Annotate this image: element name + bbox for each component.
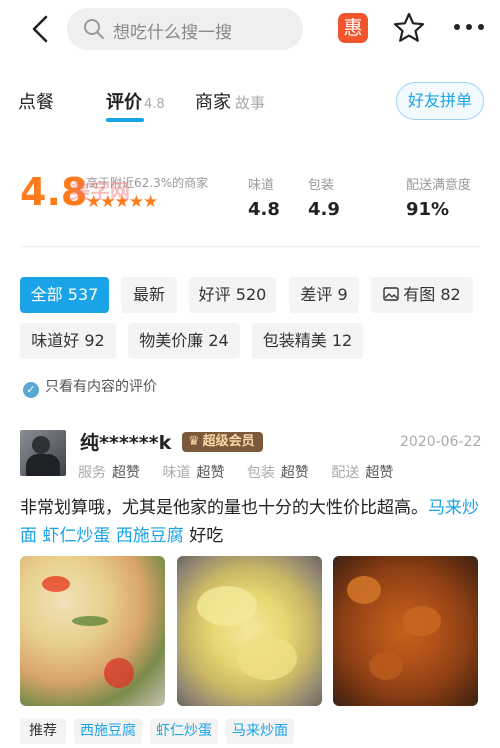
review-date: 2020-06-22 <box>400 434 482 450</box>
subscore-value: 超赞 <box>196 465 225 481</box>
recommend-dish[interactable]: 西施豆腐 <box>74 718 142 744</box>
review-body-end: 好吃 <box>189 526 224 546</box>
tab-review-score: 4.8 <box>144 97 165 112</box>
search-icon <box>84 19 104 39</box>
coupon-button[interactable]: 惠 <box>338 13 368 43</box>
recommend-label: 推荐 <box>20 718 66 744</box>
filter-with-photo-label: 有图 82 <box>403 285 461 304</box>
review-body: 非常划算哦，尤其是他家的量也十分的大性价比超高。 <box>20 498 428 518</box>
tab-merchant-story: 故事 <box>235 94 266 112</box>
divider <box>20 246 480 247</box>
active-tab-indicator <box>106 118 144 122</box>
rating-summary: 4.8 高于附近62.3%的商家 ★★★★★ 美字网 味道 4.8 包装 4.9… <box>0 170 500 230</box>
dish-link[interactable]: 西施豆腐 <box>116 526 184 546</box>
package-label: 包装 <box>308 178 335 193</box>
avatar[interactable] <box>20 430 66 476</box>
favorite-star-icon[interactable] <box>393 12 425 44</box>
taste-metric: 味道 4.8 <box>248 174 280 220</box>
taste-value: 4.8 <box>248 199 280 220</box>
subscore-label: 配送 <box>331 465 360 481</box>
review-text: 非常划算哦，尤其是他家的量也十分的大性价比超高。马来炒面 虾仁炒蛋 西施豆腐 好… <box>20 494 482 550</box>
review-subscores: 服务 超赞 味道 超赞 包装 超赞 配送 超赞 <box>78 462 411 482</box>
top-bar: 想吃什么搜一搜 惠 <box>0 0 500 58</box>
super-member-badge: ♛ 超级会员 <box>182 432 263 452</box>
dish-link[interactable]: 虾仁炒蛋 <box>42 526 110 546</box>
tab-merchant-label: 商家 <box>195 92 231 113</box>
subscore-label: 服务 <box>78 465 106 481</box>
filter-tasty[interactable]: 味道好 92 <box>20 323 116 359</box>
subscore-label: 包装 <box>246 465 275 481</box>
more-options-icon[interactable] <box>452 21 486 33</box>
tab-order[interactable]: 点餐 <box>18 88 54 114</box>
package-value: 4.9 <box>308 199 340 220</box>
subscore-value: 超赞 <box>112 465 140 481</box>
filter-nice-package[interactable]: 包装精美 12 <box>252 323 363 359</box>
only-content-toggle[interactable]: ✓ 只看有内容的评价 <box>23 376 157 398</box>
tab-review-label: 评价 <box>106 92 142 113</box>
back-arrow-icon[interactable] <box>28 14 52 44</box>
subscore-value: 超赞 <box>365 465 394 481</box>
subscore-value: 超赞 <box>280 465 309 481</box>
recommend-dish[interactable]: 马来炒面 <box>226 718 294 744</box>
filter-negative[interactable]: 差评 9 <box>289 277 359 313</box>
search-input[interactable]: 想吃什么搜一搜 <box>67 8 303 50</box>
delivery-label: 配送满意度 <box>406 178 472 193</box>
filter-all[interactable]: 全部 537 <box>20 277 109 313</box>
review-username[interactable]: 纯******k <box>80 428 171 455</box>
recommend-dish[interactable]: 虾仁炒蛋 <box>150 718 218 744</box>
only-content-label: 只看有内容的评价 <box>45 379 157 395</box>
delivery-metric: 配送满意度 91% <box>406 174 471 220</box>
filter-latest[interactable]: 最新 <box>121 277 177 313</box>
super-member-label: 超级会员 <box>202 434 255 449</box>
tab-review[interactable]: 评价 4.8 <box>106 88 165 114</box>
delivery-value: 91% <box>406 199 450 220</box>
crown-icon: ♛ <box>188 434 200 449</box>
review-photo[interactable] <box>20 556 165 706</box>
filter-positive[interactable]: 好评 520 <box>189 277 276 313</box>
taste-label: 味道 <box>248 178 275 193</box>
tab-order-label: 点餐 <box>18 92 54 113</box>
review-photo[interactable] <box>333 556 478 706</box>
filter-with-photo[interactable]: 有图 82 <box>371 277 473 313</box>
package-metric: 包装 4.9 <box>308 174 340 220</box>
image-icon <box>383 287 399 301</box>
tab-bar: 点餐 评价 4.8 商家 故事 好友拼单 <box>0 80 500 124</box>
review-photo[interactable] <box>177 556 322 706</box>
search-placeholder: 想吃什么搜一搜 <box>113 23 232 43</box>
friend-group-order-button[interactable]: 好友拼单 <box>396 82 484 120</box>
subscore-label: 味道 <box>162 465 191 481</box>
tab-merchant[interactable]: 商家 故事 <box>195 88 265 114</box>
watermark: 美字网 <box>70 179 130 203</box>
checkmark-icon: ✓ <box>23 382 39 398</box>
filter-good-value[interactable]: 物美价廉 24 <box>128 323 240 359</box>
